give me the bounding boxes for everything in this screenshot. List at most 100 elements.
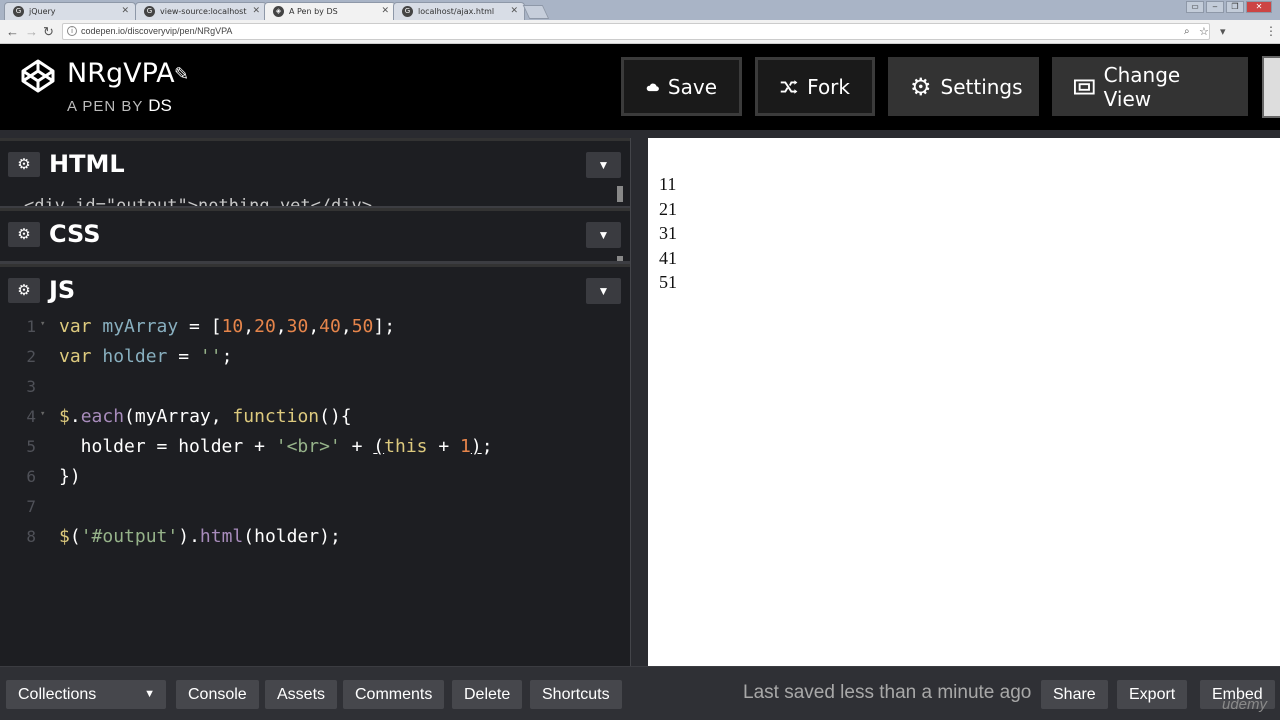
js-code-editor[interactable]: 1 ▾ var myArray = [10,20,30,40,50]; 2 va… <box>0 312 630 552</box>
pen-title[interactable]: NRgVPA <box>67 58 175 89</box>
js-editor-title: JS <box>49 276 76 304</box>
fork-label: Fork <box>807 74 850 99</box>
line-number: 8 <box>26 527 36 546</box>
tab-label: A Pen by DS <box>289 7 338 16</box>
fork-button[interactable]: Fork <box>755 57 875 116</box>
minimize-icon[interactable]: – <box>1206 1 1224 13</box>
close-tab-icon[interactable]: ✕ <box>121 6 129 16</box>
line-number: 7 <box>26 497 36 516</box>
share-button[interactable]: Share <box>1041 680 1108 709</box>
code-line: 3 <box>0 372 630 402</box>
console-button[interactable]: Console <box>176 680 259 709</box>
gear-icon: ⚙ <box>910 72 932 101</box>
close-tab-icon[interactable]: ✕ <box>252 6 260 16</box>
code-line-text: var myArray = [10,20,30,40,50]; <box>59 316 396 337</box>
code-line: 6 }) <box>0 462 630 492</box>
js-editor-header: ⚙ JS ▼ <box>0 264 630 314</box>
tab-favicon-icon: G <box>144 6 155 17</box>
html-code-text: <div id="output">nothing yet</div> <box>24 196 372 206</box>
html-editor-header: ⚙ HTML ▼ <box>0 138 630 188</box>
user-icon[interactable]: ▭ <box>1186 1 1204 13</box>
delete-button[interactable]: Delete <box>452 680 523 709</box>
url-text: codepen.io/discoveryvip/pen/NRgVPA <box>81 26 233 36</box>
close-tab-icon[interactable]: ✕ <box>381 6 389 16</box>
save-button[interactable]: Save <box>621 57 742 116</box>
browser-tab-pen[interactable]: ◈ A Pen by DS ✕ <box>264 2 396 20</box>
codepen-favicon-icon: ◈ <box>273 6 284 17</box>
output-line: 31 <box>659 223 677 243</box>
code-line-text: var holder = ''; <box>59 346 233 367</box>
extension-icon[interactable]: ▾ <box>1220 25 1226 38</box>
dropdown-caret-icon: ▼ <box>144 688 155 700</box>
close-window-icon[interactable]: ✕ <box>1246 1 1272 13</box>
collections-label: Collections <box>18 686 97 703</box>
codepen-header: NRgVPA ✎ A PEN BY DS Save Fork ⚙ Setting… <box>0 44 1280 130</box>
reload-icon[interactable]: ↻ <box>43 24 54 40</box>
change-view-button[interactable]: Change View <box>1052 57 1248 116</box>
css-editor-header: ⚙ CSS ▼ <box>0 208 630 260</box>
js-collapse-chevron-icon[interactable]: ▼ <box>586 278 621 304</box>
udemy-watermark: udemy <box>1222 696 1268 713</box>
code-line: 5 holder = holder + '<br>' + (this + 1); <box>0 432 630 462</box>
menu-icon[interactable]: ⋮ <box>1265 24 1277 38</box>
code-line-text: $.each(myArray, function(){ <box>59 406 352 427</box>
tab-favicon-icon: G <box>402 6 413 17</box>
result-preview[interactable]: 11 21 31 41 51 <box>648 138 1280 666</box>
close-tab-icon[interactable]: ✕ <box>510 6 518 16</box>
pane-resizer[interactable] <box>630 138 648 666</box>
code-line-text: }) <box>59 466 81 487</box>
assets-button[interactable]: Assets <box>265 680 338 709</box>
fork-icon <box>780 79 798 94</box>
js-settings-gear-icon[interactable]: ⚙ <box>8 278 40 303</box>
line-number: 4 <box>26 407 36 426</box>
footer-bar: Collections ▼ Console Assets Comments De… <box>0 666 1280 720</box>
editor-column: ⚙ HTML ▼ <div id="output">nothing yet</d… <box>0 138 630 666</box>
code-line-text: holder = holder + '<br>' + (this + 1); <box>59 436 493 457</box>
maximize-icon[interactable]: ❐ <box>1226 1 1244 13</box>
html-collapse-chevron-icon[interactable]: ▼ <box>586 152 621 178</box>
back-icon[interactable]: ← <box>6 24 19 39</box>
code-line: 8 $('#output').html(holder); <box>0 522 630 552</box>
css-settings-gear-icon[interactable]: ⚙ <box>8 222 40 247</box>
line-number: 3 <box>26 377 36 396</box>
tab-favicon-icon: G <box>13 6 24 17</box>
browser-tab-ajax[interactable]: G localhost/ajax.html ✕ <box>393 2 525 20</box>
css-editor-title: CSS <box>49 220 101 248</box>
export-button[interactable]: Export <box>1117 680 1188 709</box>
address-bar-row: ← → ↻ i codepen.io/discoveryvip/pen/NRgV… <box>0 20 1280 44</box>
author-name[interactable]: DS <box>148 96 172 115</box>
html-code-peek[interactable]: <div id="output">nothing yet</div> <box>0 188 616 206</box>
edit-title-pencil-icon[interactable]: ✎ <box>174 64 189 85</box>
html-settings-gear-icon[interactable]: ⚙ <box>8 152 40 177</box>
tab-label: localhost/ajax.html <box>418 7 495 16</box>
codepen-logo-icon[interactable] <box>20 58 56 99</box>
settings-label: Settings <box>940 74 1023 99</box>
settings-button[interactable]: ⚙ Settings <box>888 57 1039 116</box>
html-scrollbar[interactable] <box>617 186 623 202</box>
forward-icon[interactable]: → <box>25 24 38 39</box>
layout-icon <box>1074 78 1095 95</box>
css-collapse-chevron-icon[interactable]: ▼ <box>586 222 621 248</box>
browser-tab-view-source[interactable]: G view-source:localhost ✕ <box>135 2 267 20</box>
collections-dropdown[interactable]: Collections ▼ <box>6 680 166 709</box>
fold-arrow-icon[interactable]: ▾ <box>40 319 45 329</box>
new-tab-button[interactable] <box>522 5 550 19</box>
fold-arrow-icon[interactable]: ▾ <box>40 409 45 419</box>
output-line: 51 <box>659 272 677 292</box>
line-number: 2 <box>26 347 36 366</box>
save-label: Save <box>667 74 717 99</box>
output-line: 11 <box>659 174 677 194</box>
browser-tab-jquery[interactable]: G jQuery ✕ <box>4 2 136 20</box>
url-input[interactable]: i codepen.io/discoveryvip/pen/NRgVPA <box>62 23 1210 40</box>
zoom-icon[interactable]: ⌕ <box>1184 26 1190 37</box>
save-status-text: Last saved less than a minute ago <box>743 682 1032 703</box>
shortcuts-button[interactable]: Shortcuts <box>530 680 622 709</box>
browser-tab-bar: G jQuery ✕ G view-source:localhost ✕ ◈ A… <box>0 0 1280 20</box>
bookmark-star-icon[interactable]: ☆ <box>1199 25 1209 38</box>
user-avatar[interactable] <box>1262 56 1280 118</box>
change-view-label: Change View <box>1103 62 1181 111</box>
info-icon: i <box>67 26 77 36</box>
comments-button[interactable]: Comments <box>343 680 445 709</box>
byline-prefix: A PEN BY <box>67 98 144 115</box>
code-line: 1 ▾ var myArray = [10,20,30,40,50]; <box>0 312 630 342</box>
